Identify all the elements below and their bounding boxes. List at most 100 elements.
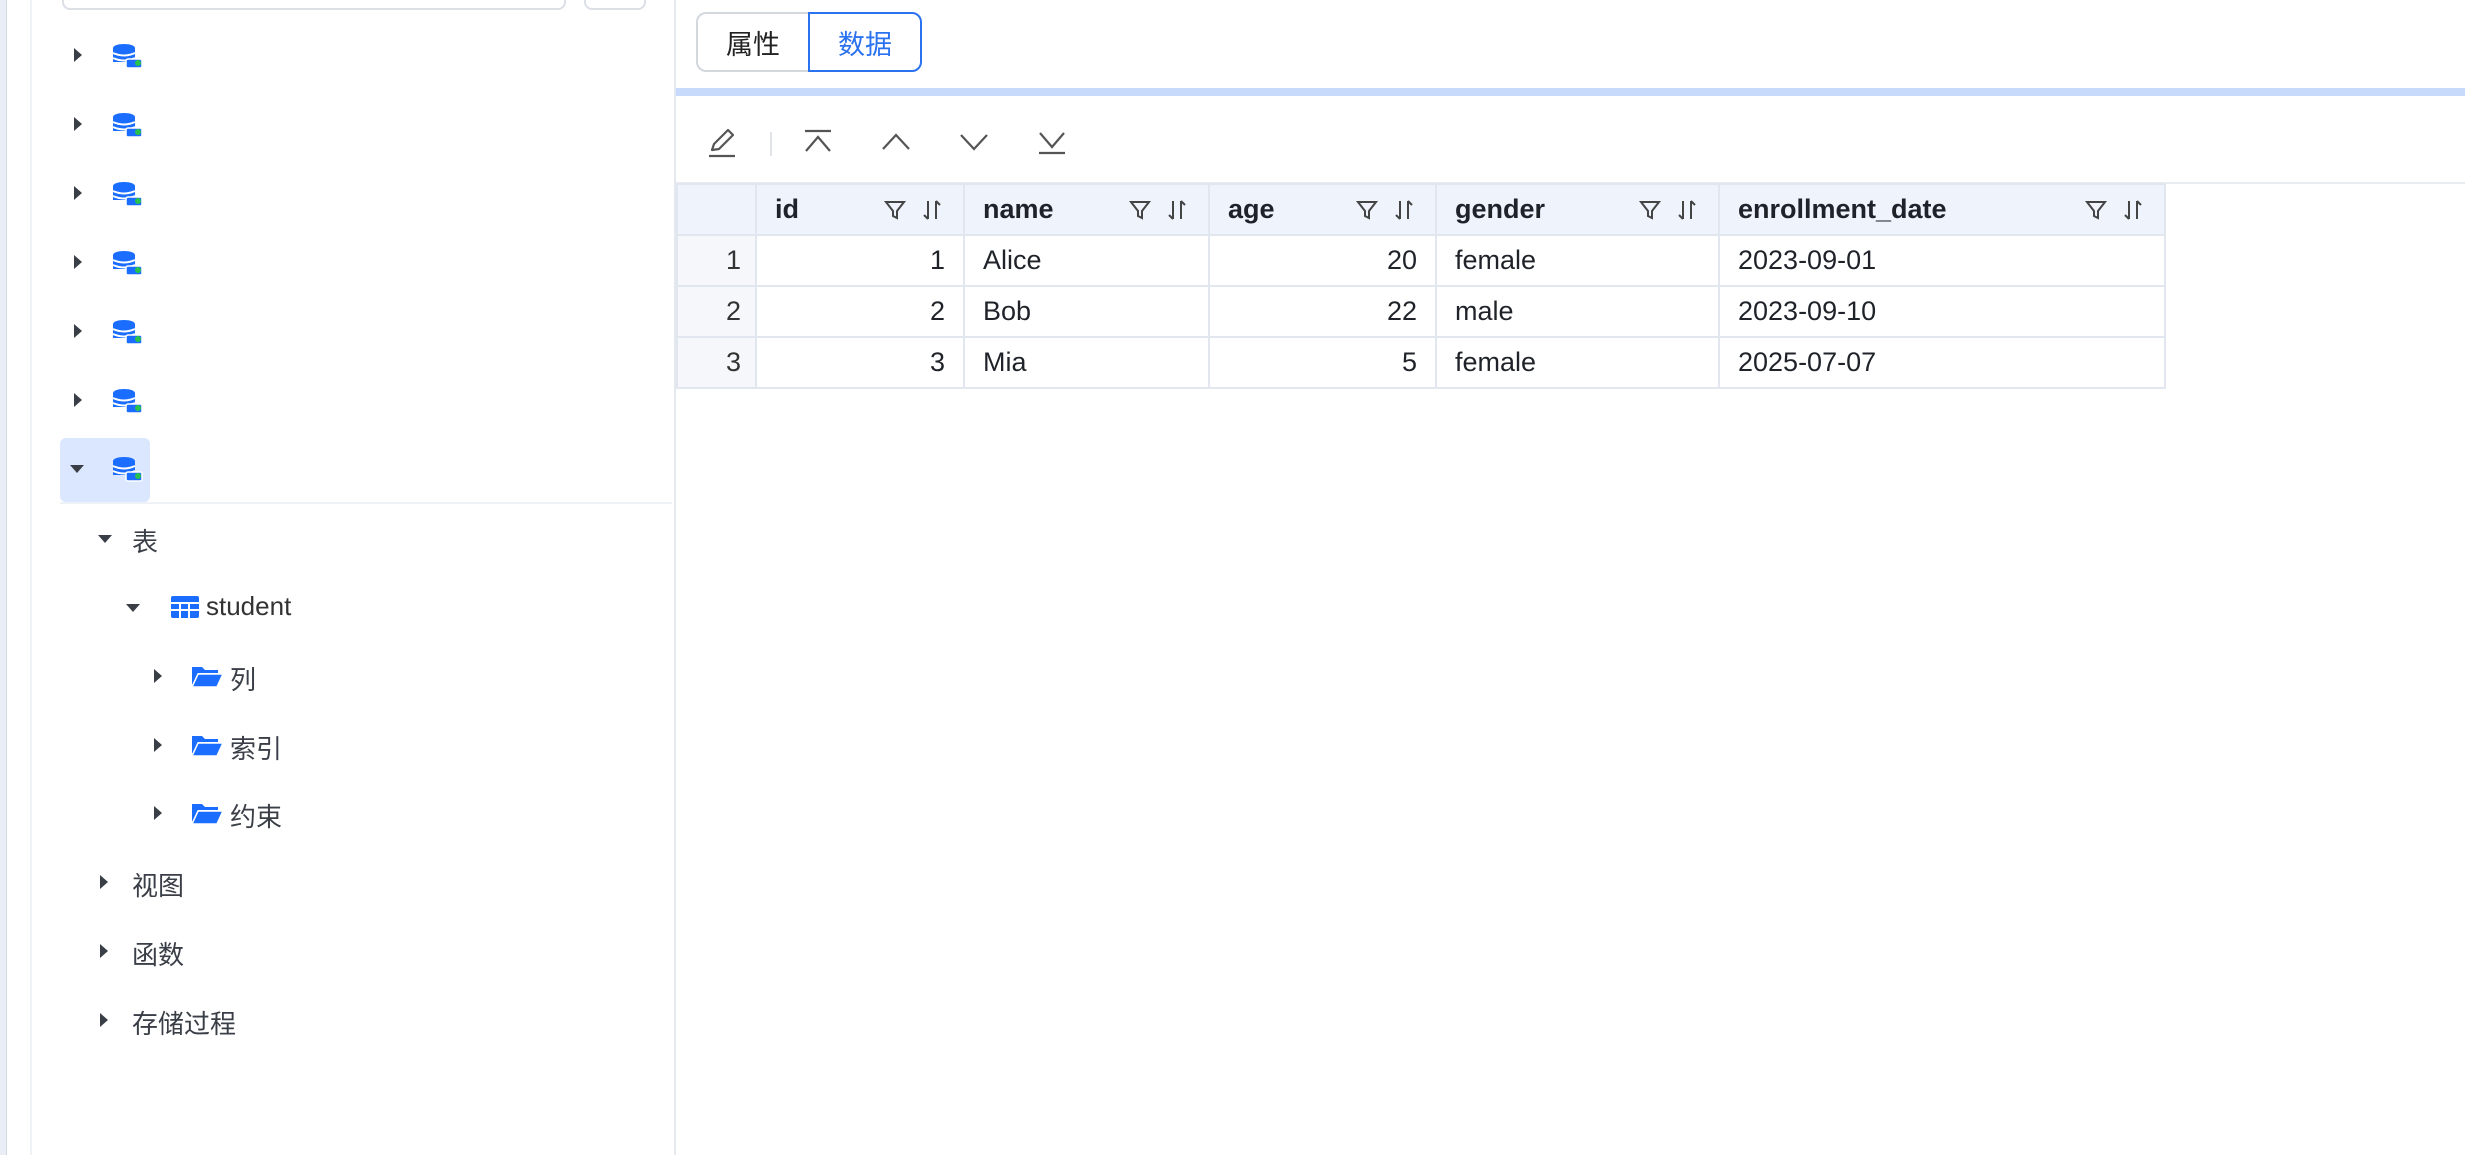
grid-header-row: id name age gender enrollment_date (676, 183, 2166, 236)
expand-arrow-icon[interactable] (74, 48, 82, 62)
sort-icon[interactable] (2122, 198, 2146, 222)
tree-node-label: 函数 (132, 940, 185, 970)
connection-item[interactable] (32, 370, 642, 430)
column-header-id[interactable]: id (755, 183, 965, 236)
tree-node-label: 存储过程 (132, 1009, 237, 1039)
table-row[interactable]: 3 3 Mia 5 female 2025-07-07 (676, 336, 2166, 389)
tree-node-procedures[interactable]: 存储过程 (32, 990, 642, 1050)
cell-name[interactable]: Alice (963, 234, 1210, 287)
edit-button[interactable] (700, 120, 744, 164)
filter-icon[interactable] (883, 198, 907, 222)
sidebar-search-input[interactable] (62, 0, 566, 10)
last-row-button[interactable] (1030, 120, 1074, 164)
expand-arrow-icon[interactable] (74, 324, 82, 338)
first-row-button[interactable] (796, 120, 840, 164)
cell-age[interactable]: 20 (1208, 234, 1437, 287)
sort-icon[interactable] (1166, 198, 1190, 222)
next-row-button[interactable] (952, 120, 996, 164)
view-tabs: 属性 数据 (696, 12, 922, 76)
expand-arrow-icon[interactable] (154, 738, 162, 752)
cell-id[interactable]: 3 (755, 336, 965, 389)
connection-item[interactable] (32, 232, 642, 292)
database-icon (112, 389, 143, 414)
data-toolbar (676, 104, 2465, 184)
cell-name[interactable]: Bob (963, 285, 1210, 338)
tree-node-label: 列 (230, 665, 257, 695)
collapse-arrow-icon[interactable] (70, 465, 84, 473)
sidebar-action-button[interactable] (584, 0, 646, 10)
edit-icon (709, 128, 735, 158)
cell-name[interactable]: Mia (963, 336, 1210, 389)
panel-accent-bar (676, 88, 2465, 96)
cell-enrollment-date[interactable]: 2025-07-07 (1718, 336, 2166, 389)
expand-arrow-icon[interactable] (74, 255, 82, 269)
sort-icon[interactable] (1676, 198, 1700, 222)
row-number: 1 (676, 234, 757, 287)
tree-node-indexes[interactable]: 索引 (32, 715, 642, 775)
table-row[interactable]: 2 2 Bob 22 male 2023-09-10 (676, 285, 2166, 338)
connection-item[interactable] (32, 301, 642, 361)
expand-arrow-icon[interactable] (154, 669, 162, 683)
database-icon (112, 113, 143, 138)
column-header-enrollment-date[interactable]: enrollment_date (1718, 183, 2166, 236)
previous-row-button[interactable] (874, 120, 918, 164)
folder-open-icon (190, 804, 224, 825)
connection-item[interactable] (32, 163, 642, 223)
tree-node-label: 视图 (132, 871, 185, 901)
cell-id[interactable]: 2 (755, 285, 965, 338)
expand-arrow-icon[interactable] (100, 944, 108, 958)
column-header-gender[interactable]: gender (1435, 183, 1720, 236)
tab-data[interactable]: 数据 (808, 12, 922, 72)
object-explorer-sidebar: 表 student 列 索引 约束 视图 函数 存储过程 (32, 0, 676, 1155)
connection-item[interactable] (32, 25, 642, 85)
database-icon (112, 251, 143, 276)
sort-icon[interactable] (1393, 198, 1417, 222)
tree-node-tables[interactable]: 表 (32, 508, 642, 568)
filter-icon[interactable] (1638, 198, 1662, 222)
cell-id[interactable]: 1 (755, 234, 965, 287)
column-header-label: id (775, 194, 799, 224)
data-grid: id name age gender enrollment_date 1 1 A… (676, 183, 2166, 389)
expand-arrow-icon[interactable] (74, 393, 82, 407)
expand-arrow-icon[interactable] (74, 117, 82, 131)
filter-icon[interactable] (1355, 198, 1379, 222)
expand-arrow-icon[interactable] (74, 186, 82, 200)
tree-node-table-student[interactable]: student (32, 577, 642, 637)
cell-enrollment-date[interactable]: 2023-09-10 (1718, 285, 2166, 338)
filter-icon[interactable] (2084, 198, 2108, 222)
cell-gender[interactable]: female (1435, 336, 1720, 389)
column-header-name[interactable]: name (963, 183, 1210, 236)
tree-node-label: 表 (132, 527, 159, 557)
tree-node-constraints[interactable]: 约束 (32, 783, 642, 843)
tree-node-label: 索引 (230, 734, 283, 764)
collapse-arrow-icon[interactable] (126, 604, 140, 612)
tree-node-views[interactable]: 视图 (32, 852, 642, 912)
tree-node-functions[interactable]: 函数 (32, 921, 642, 981)
row-number: 2 (676, 285, 757, 338)
filter-icon[interactable] (1128, 198, 1152, 222)
expand-arrow-icon[interactable] (154, 806, 162, 820)
cell-gender[interactable]: male (1435, 285, 1720, 338)
main-panel: 属性 数据 id name age gender enrollment_date… (676, 0, 2465, 1155)
column-header-label: name (983, 194, 1054, 224)
tree-node-columns[interactable]: 列 (32, 646, 642, 706)
cell-gender[interactable]: female (1435, 234, 1720, 287)
folder-open-icon (190, 736, 224, 757)
row-number: 3 (676, 336, 757, 389)
cell-age[interactable]: 5 (1208, 336, 1437, 389)
collapse-arrow-icon[interactable] (98, 535, 112, 543)
cell-enrollment-date[interactable]: 2023-09-01 (1718, 234, 2166, 287)
column-header-label: enrollment_date (1738, 194, 1947, 224)
connection-item[interactable] (32, 94, 642, 154)
table-row[interactable]: 1 1 Alice 20 female 2023-09-01 (676, 234, 2166, 287)
expand-arrow-icon[interactable] (100, 1013, 108, 1027)
sort-icon[interactable] (921, 198, 945, 222)
column-header-age[interactable]: age (1208, 183, 1437, 236)
database-icon (112, 457, 143, 482)
database-icon (112, 44, 143, 69)
expand-arrow-icon[interactable] (100, 875, 108, 889)
previous-row-icon (882, 133, 910, 150)
connection-item-selected[interactable] (32, 438, 642, 502)
cell-age[interactable]: 22 (1208, 285, 1437, 338)
tab-properties[interactable]: 属性 (696, 12, 808, 72)
